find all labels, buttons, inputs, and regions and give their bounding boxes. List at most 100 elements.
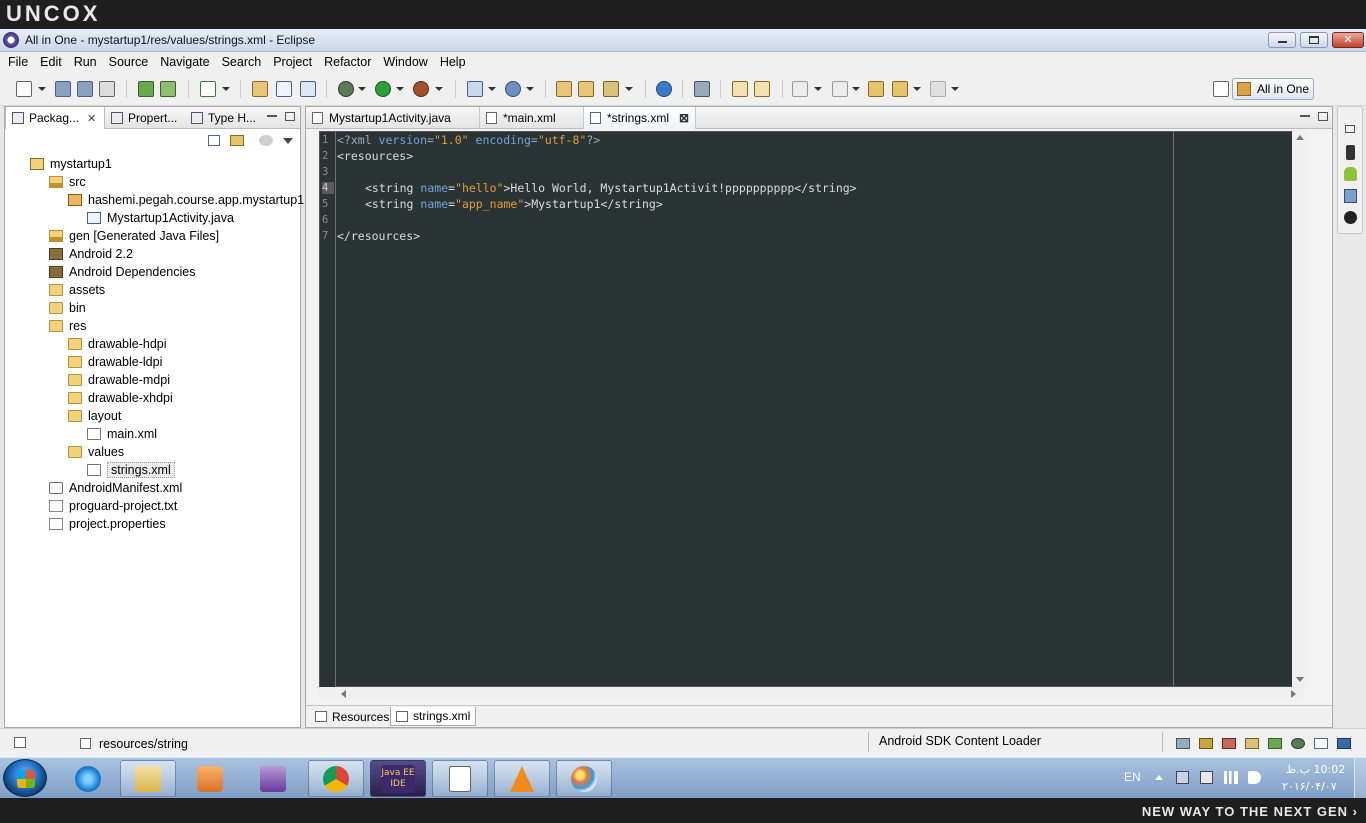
close-icon[interactable]: ✕ [87,112,96,125]
minimize-view-icon[interactable] [267,115,277,117]
menu-edit[interactable]: Edit [34,55,68,69]
new-java-project-icon[interactable] [252,81,268,97]
menu-source[interactable]: Source [103,55,155,69]
last-edit-location-icon[interactable] [868,81,884,97]
taskbar-visual-studio[interactable] [245,760,301,797]
fast-view-icon[interactable] [14,737,26,748]
maximize-view-icon[interactable] [285,112,295,121]
open-perspective-icon[interactable] [1213,81,1229,97]
taskbar-media[interactable] [182,760,238,797]
tab-resources[interactable]: Resources [310,707,394,726]
prev-edit-icon[interactable] [832,81,848,97]
taskbar-notepad[interactable] [432,760,488,797]
avd-manager-icon[interactable] [160,81,176,97]
tree-item-android-dependencies[interactable]: Android Dependencies [49,263,195,281]
menu-run[interactable]: Run [68,55,103,69]
tab-properties[interactable]: Propert... [105,107,185,129]
tree-item-android-manifest[interactable]: AndroidManifest.xml [49,479,182,497]
task-icon[interactable] [200,81,216,97]
new-class-icon[interactable] [276,81,292,97]
run-icon[interactable] [375,81,391,97]
minimize-button[interactable] [1268,32,1296,48]
collapse-all-icon[interactable] [208,135,220,146]
link-with-editor-icon[interactable] [230,135,244,146]
menu-help[interactable]: Help [434,55,472,69]
tab-main-xml[interactable]: *main.xml [480,107,584,129]
tree-item-package[interactable]: hashemi.pegah.course.app.mystartup1 [68,191,304,209]
menu-navigate[interactable]: Navigate [154,55,215,69]
show-desktop-button[interactable] [1354,758,1366,798]
tree-item-drawable-hdpi[interactable]: drawable-hdpi [68,335,167,353]
taskbar-ie[interactable] [60,760,116,797]
taskbar-explorer[interactable] [120,760,176,797]
restore-icon[interactable] [1345,125,1355,133]
close-button[interactable]: ✕ [1332,32,1364,48]
tree-item-proguard[interactable]: proguard-project.txt [49,497,177,515]
pen-icon[interactable] [603,81,619,97]
taskbar-chrome[interactable] [308,760,364,797]
taskbar-vlc[interactable] [494,760,550,797]
tab-mystartup1activity-java[interactable]: Mystartup1Activity.java [306,107,480,129]
tree-item-strings-xml[interactable]: strings.xml [87,461,175,479]
forward-icon[interactable] [930,81,946,97]
trim-icon[interactable] [1176,738,1190,749]
trim-icon[interactable] [1222,738,1236,749]
volume-icon[interactable] [1248,771,1261,784]
minimize-editor-icon[interactable] [1300,115,1310,117]
network-signal-icon[interactable] [1224,771,1238,784]
new-icon[interactable] [16,81,32,97]
view-menu-icon[interactable] [283,138,293,144]
tab-package-explorer[interactable]: Packag... ✕ [5,107,105,129]
save-all-icon[interactable] [77,81,93,97]
usb-icon[interactable] [1200,771,1213,784]
save-icon[interactable] [55,81,71,97]
tree-item-project-properties[interactable]: project.properties [49,515,166,533]
external-tools-icon[interactable] [413,81,429,97]
menu-file[interactable]: File [2,55,34,69]
previous-annotation-icon[interactable] [754,81,770,97]
vertical-scrollbar[interactable] [1292,131,1308,687]
search-folder-icon[interactable] [578,81,594,97]
open-folder-icon[interactable] [556,81,572,97]
open-resource-icon[interactable] [505,81,521,97]
tree-item-res[interactable]: res [49,317,86,335]
perspective-all-in-one[interactable]: All in One [1232,78,1314,100]
tab-strings-xml[interactable]: *strings.xml ⊠ [584,107,696,129]
taskbar-java-ee[interactable]: Java EE IDE [370,760,426,797]
scroll-left-icon[interactable] [341,690,346,698]
menu-search[interactable]: Search [216,55,268,69]
clock-date[interactable]: ۲۰۱۶/۰۴/۰۷ [1282,780,1337,793]
tree-item-values[interactable]: values [68,443,124,461]
back-icon[interactable] [892,81,908,97]
tree-item-assets[interactable]: assets [49,281,105,299]
print-icon[interactable] [99,81,115,97]
trim-icon[interactable] [1199,738,1213,749]
scroll-down-icon[interactable] [1296,677,1304,682]
close-icon[interactable]: ⊠ [679,111,689,125]
search-icon[interactable] [694,81,710,97]
clock-time[interactable]: 10:02 ب.ظ [1286,763,1345,776]
open-type-icon[interactable] [467,81,483,97]
trim-icon[interactable] [1268,738,1282,749]
xml-source-editor[interactable]: 1 2 3 4 5 6 7 <?xml version="1.0" encodi… [319,131,1304,688]
trim-icon[interactable] [1314,738,1328,749]
tree-item-bin[interactable]: bin [49,299,86,317]
trim-icon[interactable] [1337,738,1351,749]
tree-item-drawable-xhdpi[interactable]: drawable-xhdpi [68,389,173,407]
new-xml-icon[interactable] [300,81,316,97]
android-icon[interactable] [1344,167,1357,181]
scroll-right-icon[interactable] [1291,690,1296,698]
menu-project[interactable]: Project [267,55,318,69]
trim-icon[interactable] [1291,738,1305,749]
logcat-icon[interactable] [1344,211,1357,224]
show-hidden-icons-icon[interactable] [1155,775,1163,780]
tree-item-src[interactable]: src [49,173,86,191]
next-annotation-icon[interactable] [732,81,748,97]
horizontal-scrollbar[interactable] [319,687,1304,701]
scroll-up-icon[interactable] [1296,135,1304,140]
tree-item-mystartup1[interactable]: mystartup1 [30,155,112,173]
globe-icon[interactable] [656,81,672,97]
tree-item-main-xml[interactable]: main.xml [87,425,157,443]
tree-item-gen[interactable]: gen [Generated Java Files] [49,227,219,245]
trim-icon[interactable] [1245,738,1259,749]
